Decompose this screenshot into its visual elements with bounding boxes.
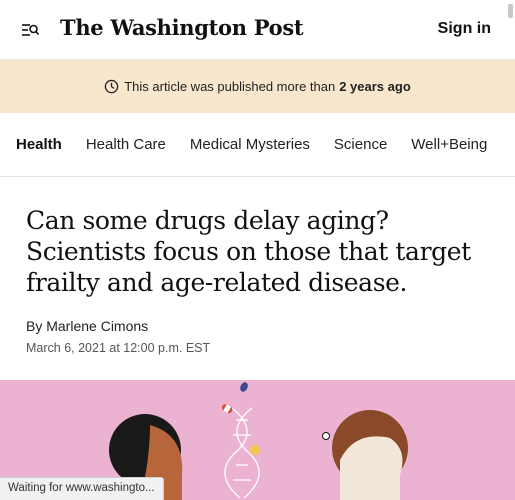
nav-item-well-being[interactable]: Well+Being — [411, 136, 487, 153]
right-figure-illustration — [332, 410, 408, 500]
scrollbar-thumb[interactable] — [508, 4, 513, 18]
site-logo[interactable]: The Washington Post — [60, 15, 304, 40]
nav-item-health[interactable]: Health — [16, 136, 62, 153]
nav-item-health-care[interactable]: Health Care — [86, 136, 166, 153]
byline-prefix: By — [26, 318, 43, 334]
section-nav: Health Health Care Medical Mysteries Sci… — [0, 113, 515, 177]
banner-emphasis: 2 years ago — [339, 79, 411, 94]
banner-text: This article was published more than — [124, 79, 336, 94]
signin-button[interactable]: Sign in — [438, 20, 491, 38]
author-link[interactable]: Marlene Cimons — [46, 318, 148, 334]
menu-search-icon[interactable] — [20, 20, 40, 40]
article-headline: Can some drugs delay aging? Scientists f… — [26, 206, 471, 297]
nav-item-medical-mysteries[interactable]: Medical Mysteries — [190, 136, 310, 153]
clock-icon — [104, 79, 119, 94]
article-age-banner: This article was published more than 2 y… — [0, 60, 515, 113]
byline: By Marlene Cimons — [26, 318, 148, 334]
publish-date: March 6, 2021 at 12:00 p.m. EST — [26, 341, 211, 355]
site-header: The Washington Post Sign in — [0, 0, 515, 60]
browser-status-bar: Waiting for www.washingto... — [0, 477, 164, 500]
nav-item-science[interactable]: Science — [334, 136, 387, 153]
